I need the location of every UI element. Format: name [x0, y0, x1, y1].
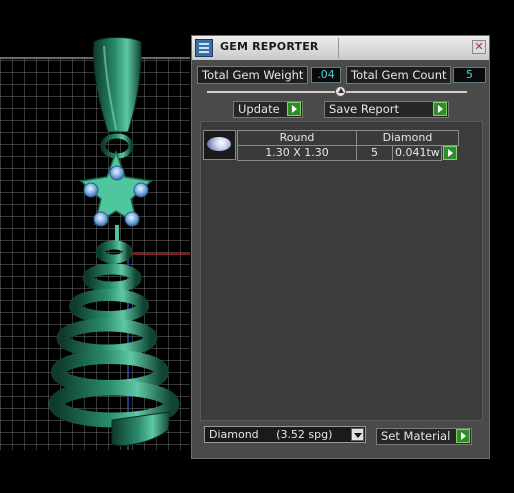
save-report-button[interactable]: Save Report [324, 101, 449, 118]
gem-weight-cell: 0.041tw [392, 145, 442, 161]
gem-count-cell: 5 [356, 145, 393, 161]
round-gem-icon[interactable] [203, 130, 236, 160]
close-icon[interactable]: ✕ [472, 40, 486, 54]
row-play-icon[interactable] [443, 146, 457, 160]
gem-size-cell: 1.30 X 1.30 [237, 145, 357, 161]
stone-type-header: Diamond [356, 130, 459, 146]
title-bar[interactable]: GEM REPORTER ✕ [192, 36, 489, 60]
title-divider [338, 38, 339, 58]
total-gem-weight-label: Total Gem Weight [197, 66, 308, 84]
chevron-down-icon[interactable] [351, 428, 364, 441]
material-select[interactable]: Diamond (3.52 spg) [204, 426, 366, 443]
set-material-button[interactable]: Set Material [376, 428, 472, 445]
set-material-button-label: Set Material [381, 429, 451, 443]
update-button-label: Update [238, 102, 280, 116]
update-play-icon[interactable] [287, 102, 301, 116]
total-gem-weight-value: .04 [311, 67, 341, 83]
slider-knob[interactable] [335, 86, 346, 97]
update-button[interactable]: Update [233, 101, 303, 118]
total-gem-count-label: Total Gem Count [346, 66, 451, 84]
gem-reporter-panel: GEM REPORTER ✕ Total Gem Weight .04 Tota… [191, 35, 490, 459]
gem-list[interactable]: Round Diamond 1.30 X 1.30 5 0.041tw [200, 121, 483, 421]
gem-reporter-icon [195, 39, 213, 57]
total-gem-count-value: 5 [453, 67, 486, 83]
save-report-play-icon[interactable] [433, 102, 447, 116]
material-select-value: Diamond (3.52 spg) [209, 428, 333, 441]
set-material-play-icon[interactable] [456, 429, 470, 443]
window-title: GEM REPORTER [220, 40, 319, 53]
shape-header: Round [237, 130, 357, 146]
save-report-button-label: Save Report [329, 102, 400, 116]
